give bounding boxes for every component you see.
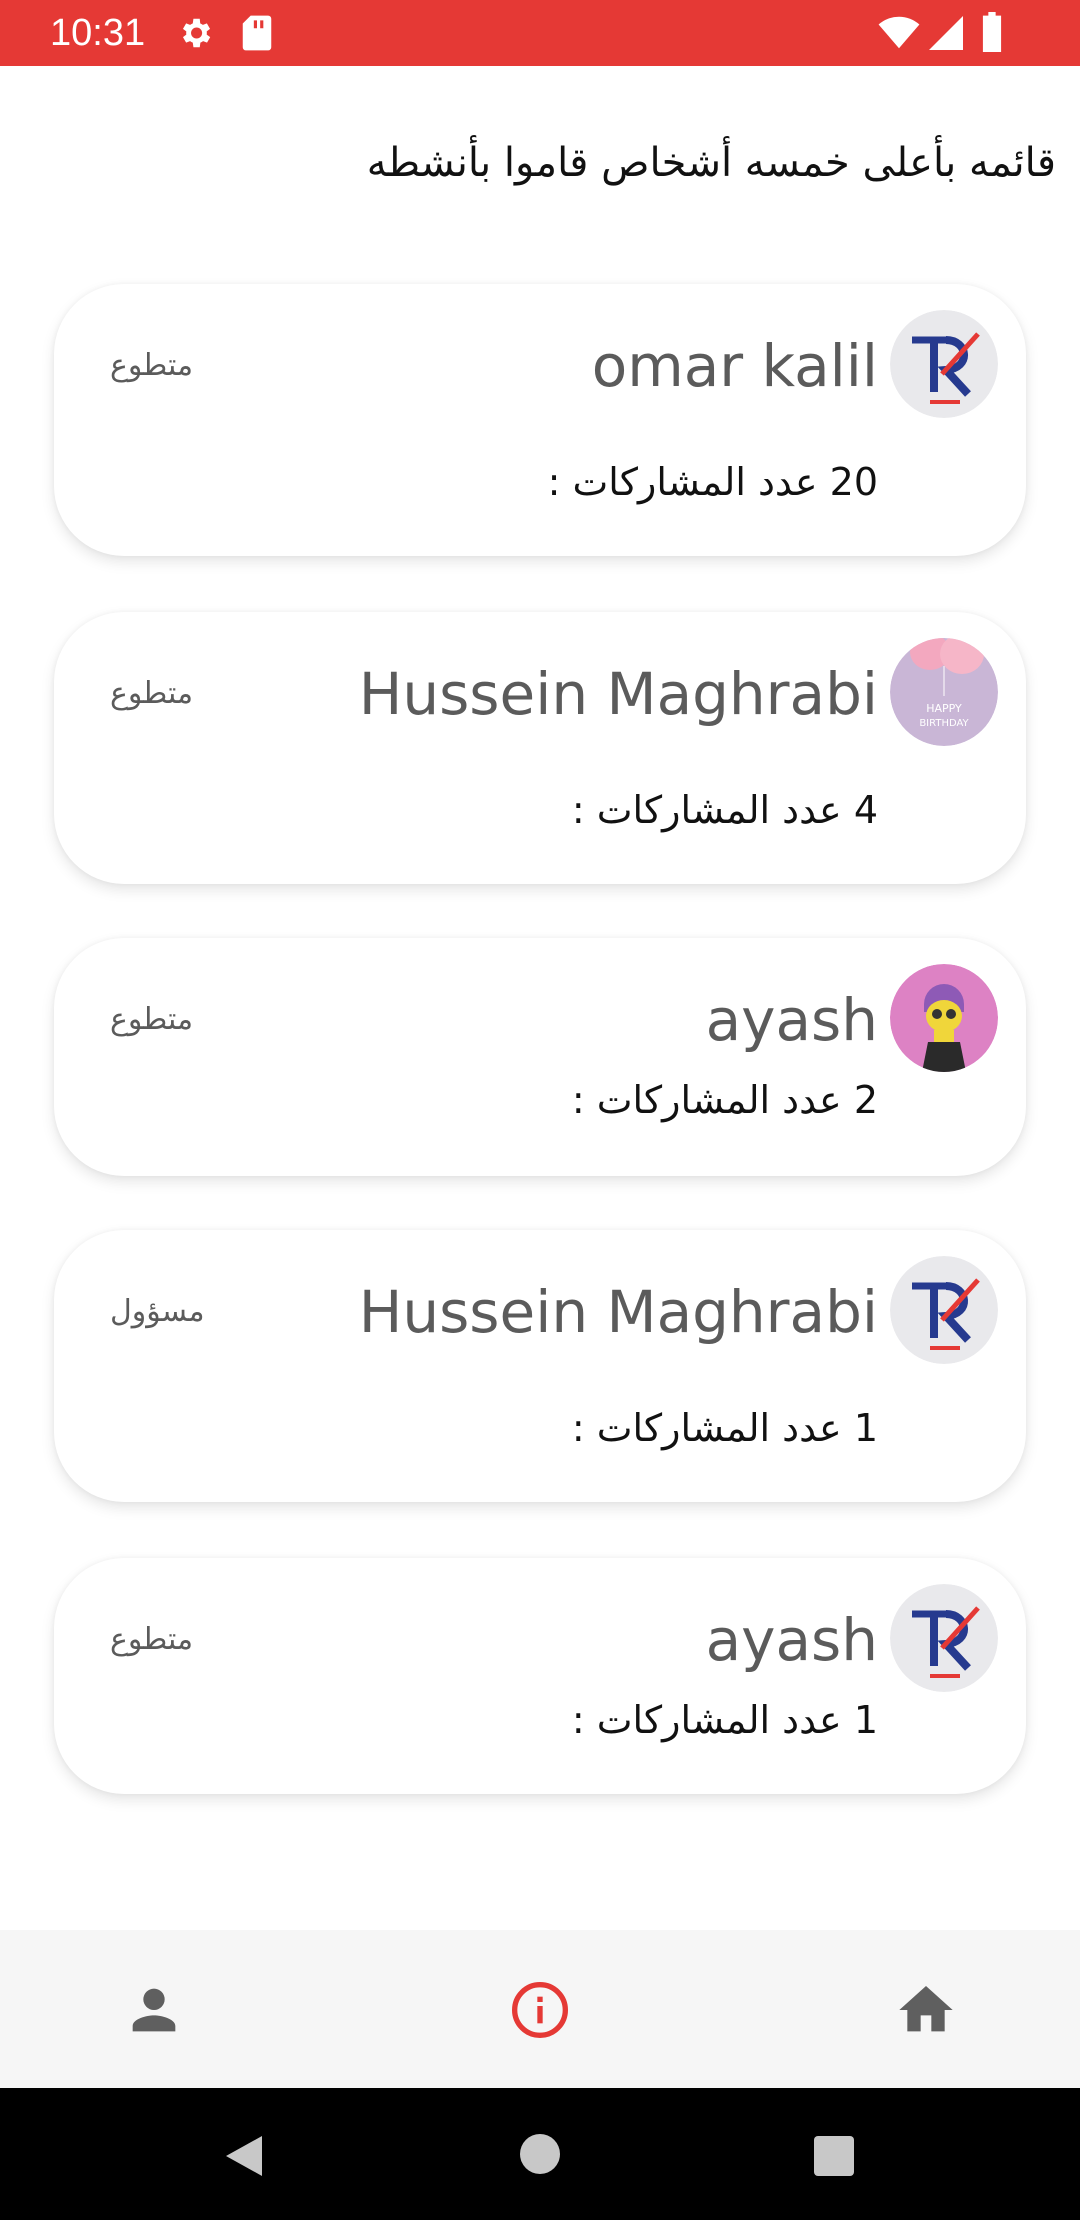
sd-card-icon: [242, 15, 272, 51]
count-value: 1: [853, 1406, 878, 1450]
count-label: عدد المشاركات :: [571, 1078, 842, 1122]
signal-icon: [929, 16, 963, 50]
list-item[interactable]: omar kalil متطوع عدد المشاركات : 20: [54, 284, 1026, 556]
participant-name: ayash: [705, 1606, 878, 1674]
list-item[interactable]: ayash متطوع عدد المشاركات : 2: [54, 938, 1026, 1176]
avatar-logo-icon: [890, 1256, 998, 1364]
recents-icon[interactable]: [814, 2136, 854, 2176]
system-navigation-bar: [0, 2088, 1080, 2220]
wifi-icon: [878, 16, 920, 49]
svg-text:BIRTHDAY: BIRTHDAY: [919, 718, 969, 729]
info-icon[interactable]: [508, 1978, 572, 2042]
page-title: قائمه بأعلى خمسه أشخاص قاموا بأنشطه: [366, 140, 1056, 186]
participant-name: omar kalil: [591, 332, 878, 400]
avatar-birthday-icon: HAPPY BIRTHDAY: [890, 638, 998, 746]
participant-name: Hussein Maghrabi: [358, 660, 878, 728]
participant-role: متطوع: [110, 1002, 194, 1037]
status-time: 10:31: [50, 12, 146, 54]
avatar-logo-icon: [890, 310, 998, 418]
participant-name: Hussein Maghrabi: [358, 1278, 878, 1346]
list-item[interactable]: ayash متطوع عدد المشاركات : 1: [54, 1558, 1026, 1794]
avatar-alien-icon: [890, 964, 998, 1072]
count-value: 1: [853, 1698, 878, 1742]
back-icon[interactable]: [222, 2132, 266, 2180]
participant-role: متطوع: [110, 348, 194, 383]
avatar-logo-icon: [890, 1584, 998, 1692]
participant-role: متطوع: [110, 676, 194, 711]
settings-icon: [182, 18, 211, 48]
list-item[interactable]: Hussein Maghrabi مسؤول عدد المشاركات : 1: [54, 1230, 1026, 1502]
count-value: 20: [829, 460, 878, 504]
home-circle-icon[interactable]: [520, 2134, 560, 2174]
count-label: عدد المشاركات :: [547, 460, 818, 504]
home-icon[interactable]: [894, 1978, 958, 2042]
participation-count: عدد المشاركات : 4: [572, 788, 878, 832]
participation-count: عدد المشاركات : 1: [572, 1406, 878, 1450]
participation-count: عدد المشاركات : 20: [548, 460, 878, 504]
bottom-navigation: [0, 1930, 1080, 2088]
count-label: عدد المشاركات :: [571, 1698, 842, 1742]
participant-role: متطوع: [110, 1622, 194, 1657]
person-icon[interactable]: [122, 1978, 186, 2042]
list-item[interactable]: HAPPY BIRTHDAY Hussein Maghrabi متطوع عدد…: [54, 612, 1026, 884]
count-value: 4: [853, 788, 878, 832]
participation-count: عدد المشاركات : 2: [572, 1078, 878, 1122]
count-label: عدد المشاركات :: [571, 788, 842, 832]
participant-role: مسؤول: [110, 1294, 205, 1329]
count-value: 2: [853, 1078, 878, 1122]
participant-name: ayash: [705, 986, 878, 1054]
battery-icon: [982, 12, 1002, 52]
participation-count: عدد المشاركات : 1: [572, 1698, 878, 1742]
status-bar: 10:31: [0, 0, 1080, 66]
count-label: عدد المشاركات :: [571, 1406, 842, 1450]
svg-text:HAPPY: HAPPY: [926, 702, 962, 715]
